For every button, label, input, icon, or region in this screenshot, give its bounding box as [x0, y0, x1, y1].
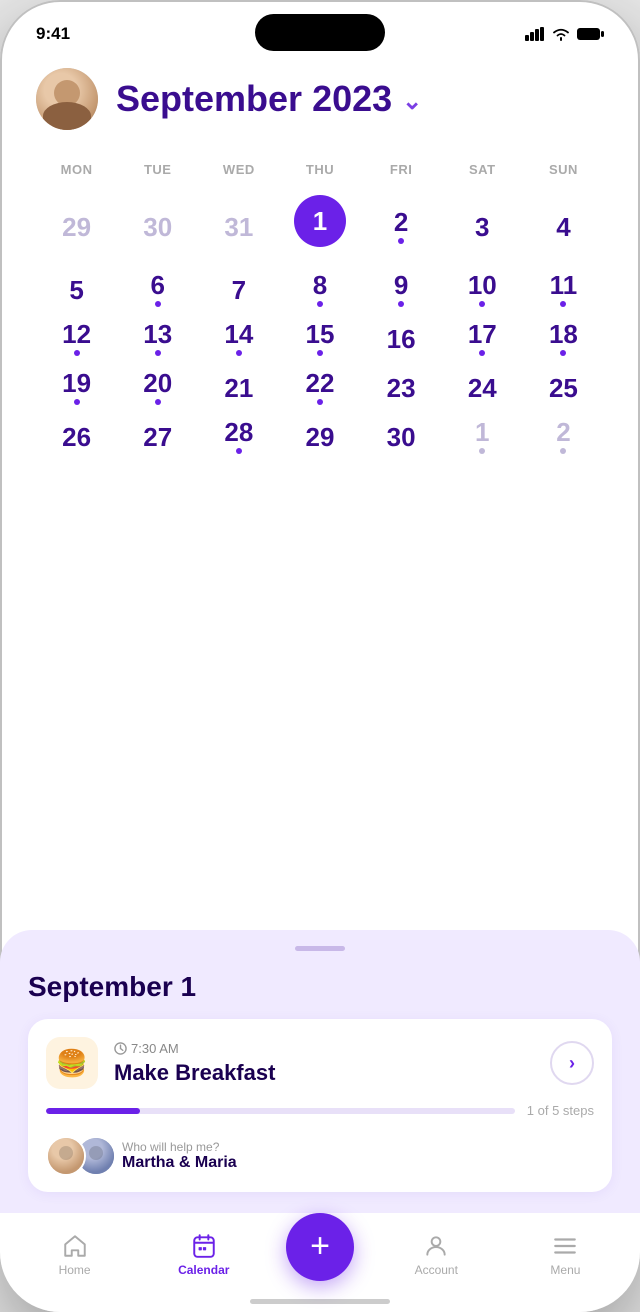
- fab-button[interactable]: +: [286, 1213, 354, 1281]
- cal-cell[interactable]: 29: [279, 413, 360, 460]
- cal-cell[interactable]: 4: [523, 189, 604, 264]
- cal-cell[interactable]: 25: [523, 364, 604, 411]
- helper-name: Martha & Maria: [122, 1154, 237, 1172]
- month-year-label: September 2023: [116, 78, 392, 120]
- day-name-thu: THU: [279, 158, 360, 181]
- clock-icon: [114, 1042, 127, 1055]
- menu-icon: [552, 1233, 578, 1259]
- cal-cell[interactable]: 8: [279, 266, 360, 313]
- cal-cell[interactable]: 22: [279, 364, 360, 411]
- wifi-icon: [551, 27, 571, 41]
- progress-bar: [46, 1108, 515, 1114]
- cal-cell[interactable]: 19: [36, 364, 117, 411]
- home-icon: [62, 1233, 88, 1259]
- helpers-row: Who will help me? Martha & Maria: [46, 1132, 594, 1176]
- status-time: 9:41: [36, 24, 70, 44]
- cal-cell[interactable]: 18: [523, 315, 604, 362]
- sheet-handle[interactable]: [295, 946, 345, 951]
- progress-text: 1 of 5 steps: [527, 1103, 594, 1118]
- nav-item-account[interactable]: Account: [372, 1233, 501, 1277]
- cal-cell[interactable]: 31: [198, 189, 279, 264]
- day-name-sun: SUN: [523, 158, 604, 181]
- cal-cell[interactable]: 9: [361, 266, 442, 313]
- phone-frame: 9:41: [0, 0, 640, 1312]
- nav-label-calendar: Calendar: [178, 1263, 229, 1277]
- calendar-grid: 2930311234567891011121314151617181920212…: [36, 189, 604, 460]
- event-icon: 🍔: [46, 1037, 98, 1089]
- header: September 2023 ⌄: [36, 68, 604, 130]
- cal-cell[interactable]: 27: [117, 413, 198, 460]
- cal-cell[interactable]: 12: [36, 315, 117, 362]
- cal-cell[interactable]: 3: [442, 189, 523, 264]
- cal-cell[interactable]: 17: [442, 315, 523, 362]
- cal-cell[interactable]: 20: [117, 364, 198, 411]
- cal-cell[interactable]: 29: [36, 189, 117, 264]
- event-time: 7:30 AM: [114, 1041, 534, 1056]
- calendar-header: MON TUE WED THU FRI SAT SUN: [36, 158, 604, 181]
- cal-cell[interactable]: 2: [361, 189, 442, 264]
- chevron-down-icon[interactable]: ⌄: [402, 87, 422, 116]
- bottom-sheet: September 1 🍔 7:30 AM Make Breakfast: [0, 930, 640, 1212]
- cal-cell[interactable]: 7: [198, 266, 279, 313]
- event-info: 7:30 AM Make Breakfast: [114, 1041, 534, 1086]
- day-name-sat: SAT: [442, 158, 523, 181]
- calendar-icon: [191, 1233, 217, 1259]
- cal-cell[interactable]: 5: [36, 266, 117, 313]
- nav-item-fab: +: [268, 1213, 371, 1297]
- fab-icon: +: [310, 1227, 330, 1266]
- cal-cell[interactable]: 26: [36, 413, 117, 460]
- account-icon: [423, 1233, 449, 1259]
- bottom-nav: Home Calendar + Account: [0, 1212, 640, 1312]
- cal-cell[interactable]: 1: [442, 413, 523, 460]
- event-top: 🍔 7:30 AM Make Breakfast ›: [46, 1037, 594, 1089]
- cal-cell[interactable]: 1: [279, 189, 360, 264]
- cal-cell[interactable]: 23: [361, 364, 442, 411]
- event-card: 🍔 7:30 AM Make Breakfast ›: [28, 1019, 612, 1192]
- cal-cell[interactable]: 30: [361, 413, 442, 460]
- helper-avatar-1: [46, 1136, 86, 1176]
- calendar: MON TUE WED THU FRI SAT SUN 293031123456…: [36, 158, 604, 460]
- cal-cell[interactable]: 11: [523, 266, 604, 313]
- cal-cell[interactable]: 28: [198, 413, 279, 460]
- cal-cell[interactable]: 30: [117, 189, 198, 264]
- nav-label-home: Home: [59, 1263, 91, 1277]
- month-title[interactable]: September 2023 ⌄: [116, 78, 422, 120]
- battery-icon: [577, 27, 604, 41]
- cal-cell[interactable]: 13: [117, 315, 198, 362]
- signal-icon: [525, 27, 545, 41]
- day-name-tue: TUE: [117, 158, 198, 181]
- cal-cell[interactable]: 14: [198, 315, 279, 362]
- nav-item-home[interactable]: Home: [10, 1233, 139, 1277]
- cal-cell[interactable]: 16: [361, 315, 442, 362]
- dynamic-island: [255, 14, 385, 51]
- helper-info: Who will help me? Martha & Maria: [122, 1140, 237, 1172]
- day-name-fri: FRI: [361, 158, 442, 181]
- sheet-date: September 1: [28, 971, 612, 1003]
- nav-label-menu: Menu: [550, 1263, 580, 1277]
- cal-cell[interactable]: 10: [442, 266, 523, 313]
- nav-item-calendar[interactable]: Calendar: [139, 1233, 268, 1277]
- cal-cell[interactable]: 6: [117, 266, 198, 313]
- day-name-mon: MON: [36, 158, 117, 181]
- progress-row: 1 of 5 steps: [46, 1103, 594, 1118]
- nav-item-menu[interactable]: Menu: [501, 1233, 630, 1277]
- event-time-label: 7:30 AM: [131, 1041, 179, 1056]
- avatar: [36, 68, 98, 130]
- status-icons: [525, 27, 604, 41]
- nav-label-account: Account: [415, 1263, 458, 1277]
- event-title: Make Breakfast: [114, 1060, 534, 1086]
- cal-cell[interactable]: 24: [442, 364, 523, 411]
- helper-avatars: [46, 1136, 106, 1176]
- cal-cell[interactable]: 2: [523, 413, 604, 460]
- cal-cell[interactable]: 21: [198, 364, 279, 411]
- helper-label: Who will help me?: [122, 1140, 237, 1154]
- cal-cell[interactable]: 15: [279, 315, 360, 362]
- home-indicator: [250, 1299, 390, 1304]
- progress-fill: [46, 1108, 140, 1114]
- event-arrow-button[interactable]: ›: [550, 1041, 594, 1085]
- day-name-wed: WED: [198, 158, 279, 181]
